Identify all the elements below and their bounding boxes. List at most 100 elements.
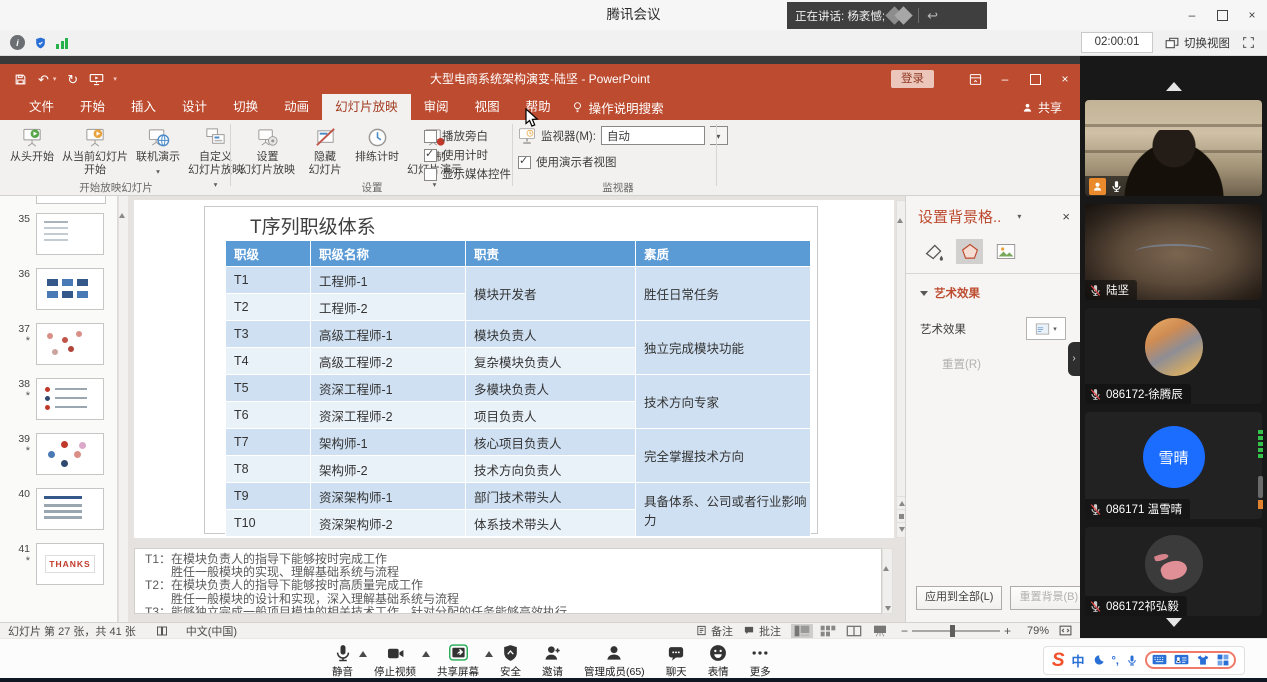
effects-pentagon-icon[interactable] <box>956 239 983 264</box>
ribbon-checkbox[interactable]: 播放旁白 <box>424 128 511 144</box>
ribbon-button[interactable]: 从当前幻灯片 开始 <box>58 122 132 179</box>
slide-thumbnail-item[interactable]: 38* <box>0 378 117 420</box>
reading-view-button[interactable] <box>843 624 865 638</box>
ribbon-checkbox[interactable]: 使用计时 <box>424 147 511 163</box>
redo-icon[interactable]: ↻ <box>67 73 78 86</box>
slide-thumbnail[interactable] <box>36 488 104 530</box>
participant-tile[interactable]: 雪晴 086171 温雪晴 <box>1085 412 1262 519</box>
toolbar-button[interactable]: 更多 <box>750 642 771 679</box>
zoom-in-button[interactable]: + <box>1004 624 1011 638</box>
restore-button[interactable] <box>1207 0 1237 30</box>
participants-scroll-up[interactable] <box>1080 82 1267 91</box>
ribbon-tab[interactable]: 插入 <box>118 94 169 120</box>
participants-scrollbar-thumb[interactable] <box>1258 476 1263 498</box>
ribbon-button[interactable]: 联机演示 ▾ <box>132 122 184 180</box>
artistic-effects-dropdown[interactable]: ▾ <box>1026 317 1066 340</box>
slide-thumbnail-item[interactable]: 41* THANKS <box>0 543 117 585</box>
zoom-out-button[interactable]: − <box>901 624 908 638</box>
toolbar-button[interactable]: 停止视频 <box>374 642 416 679</box>
caret-up-icon[interactable] <box>359 651 367 657</box>
language-indicator[interactable]: 中文(中国) <box>186 623 237 639</box>
close-button[interactable]: × <box>1237 0 1267 30</box>
notes-pane[interactable]: T1：在模块负责人的指导下能够按时完成工作 胜任一般模块的实现、理解基础系统与流… <box>134 548 882 614</box>
section-collapse-icon[interactable] <box>920 291 928 296</box>
save-icon[interactable] <box>14 73 27 86</box>
notes-scrollbar[interactable] <box>882 548 893 614</box>
ribbon-tab[interactable]: 审阅 <box>411 94 462 120</box>
toolbar-button[interactable]: 管理成员(65) <box>584 642 645 679</box>
checkbox-icon[interactable] <box>424 149 437 162</box>
keyboard-icon[interactable] <box>1152 654 1167 665</box>
ime-mic-icon[interactable] <box>1126 654 1138 667</box>
slide-thumbnail[interactable] <box>36 268 104 310</box>
tell-me-search[interactable]: 操作说明搜索 <box>572 94 664 120</box>
fill-bucket-icon[interactable] <box>920 239 947 264</box>
toolbar-button[interactable]: 邀请 <box>542 642 563 679</box>
ribbon-button[interactable]: 设置 幻灯片放映 <box>236 122 299 179</box>
participant-tile[interactable]: 陆坚 <box>1085 204 1262 300</box>
thumbnails-scrollbar[interactable] <box>118 196 128 622</box>
panel-close-icon[interactable]: × <box>1062 209 1070 224</box>
ribbon-tab[interactable]: 切换 <box>220 94 271 120</box>
skin-shirt-icon[interactable] <box>1196 654 1210 666</box>
login-button[interactable]: 登录 <box>891 70 934 88</box>
panel-dropdown-icon[interactable]: ▾ <box>1017 212 1021 221</box>
slide-thumbnail-item[interactable]: 37* <box>0 323 117 365</box>
participant-tile[interactable]: 086172祁弘毅 <box>1085 527 1262 616</box>
normal-view-button[interactable] <box>791 624 813 638</box>
ime-mode-toggle[interactable]: 中 <box>1072 651 1085 670</box>
moon-icon[interactable] <box>1092 654 1105 667</box>
toolbox-grid-icon[interactable] <box>1217 654 1229 666</box>
slide-thumbnail[interactable] <box>36 213 104 255</box>
participant-tile[interactable]: 086172-徐腾辰 <box>1085 308 1262 404</box>
slide-sorter-view-button[interactable] <box>817 624 839 638</box>
ribbon-tab[interactable]: 文件 <box>16 94 67 120</box>
participant-tile[interactable]: 郭明晶 <box>1085 100 1262 196</box>
ppt-close-button[interactable]: × <box>1050 64 1080 94</box>
slide-thumbnail-item[interactable]: 39* <box>0 433 117 475</box>
slide-thumbnail[interactable] <box>36 323 104 365</box>
caret-up-icon[interactable] <box>422 651 430 657</box>
ribbon-tab[interactable]: 动画 <box>271 94 322 120</box>
slideshow-icon[interactable] <box>89 73 104 86</box>
idcard-icon[interactable] <box>1174 654 1189 665</box>
chevron-down-icon[interactable]: ▾ <box>710 126 728 145</box>
participants-scroll-down[interactable] <box>1080 618 1267 627</box>
toolbar-button[interactable]: 表情 <box>708 642 729 679</box>
slide-thumbnail[interactable] <box>36 433 104 475</box>
ribbon-tab[interactable]: 视图 <box>462 94 513 120</box>
toolbar-button[interactable]: 聊天 <box>666 642 687 679</box>
zoom-slider[interactable] <box>912 630 1000 632</box>
zoom-slider-thumb[interactable] <box>950 625 955 637</box>
switch-view-button[interactable]: 切换视图 <box>1165 35 1230 51</box>
shield-icon[interactable] <box>34 36 47 50</box>
zoom-level[interactable]: 79% <box>1021 625 1049 637</box>
ribbon-button[interactable]: 隐藏 幻灯片 <box>299 122 351 179</box>
slideshow-view-button[interactable] <box>869 624 891 638</box>
apply-to-all-button[interactable]: 应用到全部(L) <box>916 586 1002 610</box>
fit-slide-icon[interactable] <box>1059 625 1072 636</box>
ribbon-button[interactable]: 排练计时 <box>351 122 403 166</box>
picture-icon[interactable] <box>992 239 1019 264</box>
ribbon-tab[interactable]: 开始 <box>67 94 118 120</box>
fullscreen-icon[interactable] <box>1242 36 1255 49</box>
ribbon-display-options-icon[interactable] <box>960 64 990 94</box>
slide-thumbnail-item[interactable]: 40 <box>0 488 117 530</box>
slide-thumbnail-item[interactable]: 36 <box>0 268 117 310</box>
checkbox-icon[interactable] <box>424 130 437 143</box>
sogou-logo-icon[interactable]: S <box>1052 651 1065 670</box>
ppt-minimize-button[interactable]: – <box>990 64 1020 94</box>
slide-thumbnail-item[interactable]: 35 <box>0 213 117 255</box>
slide-thumbnails-panel[interactable]: 35 36 37* <box>0 196 118 622</box>
slide-canvas[interactable]: T序列职级体系 职级职级名称职责素质 T1工程师-1模块开发者胜任日常任务T2工… <box>134 200 894 538</box>
minimize-button[interactable]: – <box>1177 0 1207 30</box>
monitor-select[interactable]: 自动 <box>601 126 705 145</box>
toolbar-button[interactable]: 共享屏幕 <box>437 642 479 679</box>
presenter-view-checkbox[interactable]: 使用演示者视图 <box>518 154 728 170</box>
spellcheck-icon[interactable] <box>156 625 168 637</box>
info-icon[interactable]: i <box>10 35 25 50</box>
sidebar-collapse-handle[interactable]: › <box>1068 342 1080 376</box>
qat-customize-icon[interactable]: ▾ <box>113 75 117 83</box>
ppt-restore-button[interactable] <box>1020 64 1050 94</box>
ribbon-tab[interactable]: 幻灯片放映 <box>322 94 411 120</box>
